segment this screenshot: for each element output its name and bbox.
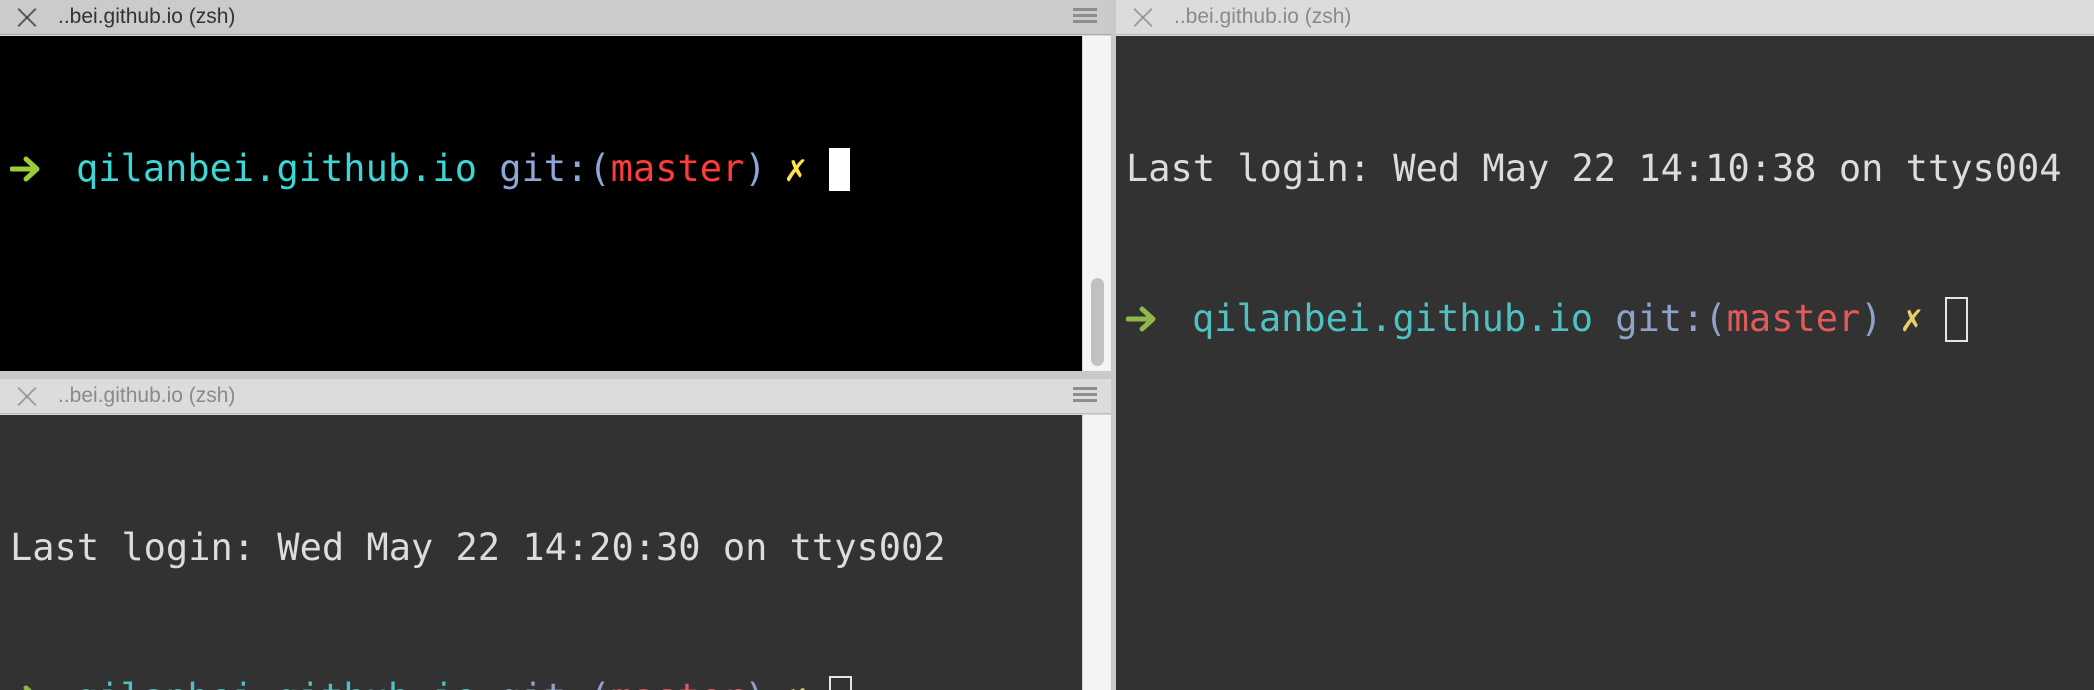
prompt-branch: master — [1726, 297, 1861, 340]
prompt-paren-close: ) — [744, 673, 766, 690]
pane-titlebar[interactable]: ..bei.github.io (zsh) — [0, 379, 1111, 414]
scrollbar[interactable] — [1082, 36, 1111, 371]
pane-right[interactable]: ..bei.github.io (zsh) Last login: Wed Ma… — [1116, 0, 2094, 690]
last-login-text: Last login: Wed May 22 14:10:38 on ttys0… — [1126, 147, 2062, 190]
prompt-directory: qilanbei.github.io — [76, 673, 477, 690]
scrollbar[interactable] — [1082, 415, 1111, 690]
text-cursor — [828, 675, 852, 690]
last-login-line: Last login: Wed May 22 14:10:38 on ttys0… — [1126, 144, 2094, 194]
scrollbar-thumb[interactable] — [1091, 278, 1104, 366]
prompt-line: qilanbei.github.io git: ( master ) ✗ — [10, 144, 1111, 194]
pane-title: ..bei.github.io (zsh) — [1174, 5, 1352, 28]
dirty-x-icon: ✗ — [784, 147, 807, 190]
dirty-x-icon: ✗ — [1900, 297, 1923, 340]
terminal-output[interactable]: Last login: Wed May 22 14:20:30 on ttys0… — [0, 415, 1111, 690]
prompt-paren-close: ) — [744, 147, 767, 190]
prompt-paren-open: ( — [588, 673, 610, 690]
terminal-output[interactable]: qilanbei.github.io git: ( master ) ✗ — [0, 36, 1111, 371]
text-cursor — [828, 147, 850, 191]
arrow-right-icon — [10, 156, 40, 182]
close-icon[interactable] — [1132, 6, 1154, 28]
prompt-git-prefix: git: — [499, 147, 589, 190]
pane-divider-horizontal[interactable] — [0, 371, 1111, 379]
prompt-branch: master — [610, 147, 745, 190]
pane-title: ..bei.github.io (zsh) — [58, 5, 236, 28]
prompt-directory: qilanbei.github.io — [1192, 297, 1593, 340]
terminal-window: ..bei.github.io (zsh) qilanbei.github.io… — [0, 0, 2094, 690]
prompt-directory: qilanbei.github.io — [76, 147, 477, 190]
close-icon[interactable] — [16, 385, 38, 407]
pane-titlebar[interactable]: ..bei.github.io (zsh) — [0, 0, 1111, 35]
prompt-paren-close: ) — [1860, 297, 1883, 340]
menu-icon[interactable] — [1073, 8, 1097, 26]
arrow-right-icon — [23, 685, 32, 690]
prompt-git-prefix: git: — [1615, 297, 1705, 340]
arrow-right-icon — [1126, 306, 1156, 332]
close-icon[interactable] — [16, 6, 38, 28]
prompt-paren-open: ( — [588, 147, 611, 190]
pane-titlebar[interactable]: ..bei.github.io (zsh) — [1116, 0, 2094, 35]
prompt-branch: master — [611, 673, 745, 690]
pane-top-left[interactable]: ..bei.github.io (zsh) qilanbei.github.io… — [0, 0, 1111, 371]
text-cursor — [1944, 296, 1968, 342]
last-login-text: Last login: Wed May 22 14:20:30 on ttys0… — [10, 526, 946, 569]
prompt-line: qilanbei.github.io git: ( master ) ✗ — [1126, 294, 2094, 344]
menu-icon[interactable] — [1073, 387, 1097, 405]
prompt-line: qilanbei.github.io git: ( master ) ✗ — [10, 673, 1111, 690]
last-login-line: Last login: Wed May 22 14:20:30 on ttys0… — [10, 523, 1111, 573]
prompt-git-prefix: git: — [499, 673, 588, 690]
pane-title: ..bei.github.io (zsh) — [58, 384, 236, 407]
dirty-x-icon: ✗ — [785, 673, 807, 690]
terminal-output[interactable]: Last login: Wed May 22 14:10:38 on ttys0… — [1116, 36, 2094, 690]
prompt-paren-open: ( — [1704, 297, 1727, 340]
pane-bottom-left[interactable]: ..bei.github.io (zsh) Last login: Wed Ma… — [0, 379, 1111, 690]
